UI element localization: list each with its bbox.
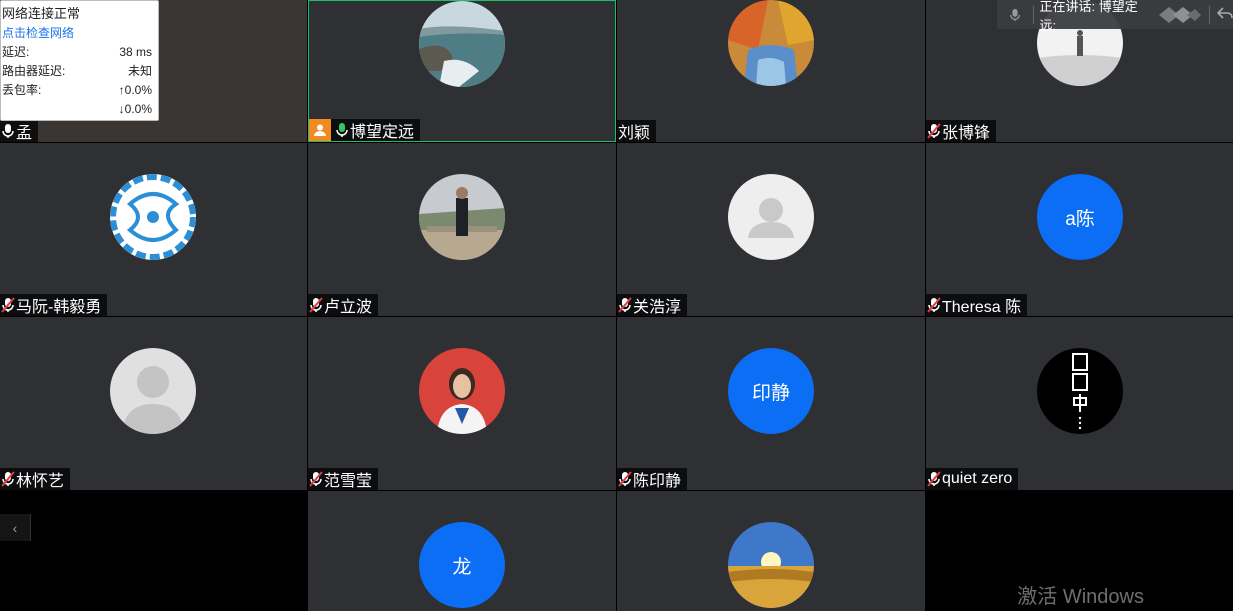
avatar-woman-photo	[419, 348, 505, 434]
speaker-mic-icon	[997, 7, 1033, 23]
avatar-coast-photo	[419, 1, 505, 87]
nameplate: 陈印静	[617, 468, 688, 490]
mic-muted-icon	[618, 471, 632, 487]
avatar-wheatfield-photo	[728, 522, 814, 608]
chevron-left-icon[interactable]: ‹	[0, 514, 31, 541]
router-latency-value: 未知	[127, 64, 152, 78]
participant-name: 范雪莹	[324, 473, 373, 490]
video-tile-fanxueying[interactable]: 范雪莹	[308, 317, 616, 490]
nameplate: 博望定远	[309, 119, 421, 141]
video-tile-mayuan-hanyiyong[interactable]: 马阮-韩毅勇	[0, 143, 307, 316]
video-tile-theresa-chen[interactable]: a陈 Theresa 陈	[926, 143, 1233, 316]
participant-name: quiet zero	[942, 470, 1013, 487]
speaker-logo-icon	[1157, 5, 1203, 25]
mic-muted-icon	[927, 471, 941, 487]
participant-name: 陈印静	[633, 473, 682, 490]
mic-muted-icon	[927, 123, 941, 139]
network-status-popup: 网络连接正常 点击检查网络 延迟: 38 ms 路由器延迟: 未知 丢包率: ↑0.0…	[0, 0, 159, 121]
video-tile-bowangdingyuan[interactable]: 博望定远	[308, 0, 616, 142]
video-tile-chenyinjing[interactable]: 印静 陈印静	[617, 317, 925, 490]
participant-name: 孟	[16, 125, 33, 142]
avatar-blue-dragon	[110, 174, 196, 260]
participant-name: 刘颖	[618, 125, 651, 142]
video-tile-lulibo[interactable]: 卢立波	[308, 143, 616, 316]
latency-label: 延迟:	[2, 45, 30, 59]
video-tile-quiet-zero[interactable]: quiet zero	[926, 317, 1233, 490]
avatar-calligraphy-image	[1037, 348, 1123, 434]
packet-loss-label: 丢包率:	[2, 83, 42, 97]
mic-muted-icon	[309, 471, 323, 487]
nameplate: 范雪莹	[308, 468, 379, 490]
nameplate: 孟	[0, 120, 39, 142]
video-tile-guanhaochun[interactable]: 关浩淳	[617, 143, 925, 316]
avatar-initials: a陈	[1037, 174, 1123, 260]
nameplate: 刘颖	[617, 120, 657, 142]
nameplate: Theresa 陈	[926, 294, 1028, 316]
empty-tile-left	[0, 491, 307, 611]
video-tile-liuying[interactable]: 刘颖	[617, 0, 925, 142]
mic-muted-icon	[618, 297, 632, 313]
packet-loss-down: ↓0.0%	[118, 102, 152, 116]
mic-muted-icon	[1, 471, 15, 487]
avatar-autumn-photo	[728, 0, 814, 86]
nameplate: 卢立波	[308, 294, 379, 316]
host-icon	[309, 119, 331, 141]
packet-loss-up: ↑0.0%	[118, 83, 152, 97]
video-tile-long[interactable]: 龙	[308, 491, 616, 611]
mic-muted-icon	[1, 297, 15, 313]
mic-muted-icon	[309, 297, 323, 313]
nameplate: 张博锋	[926, 120, 997, 142]
nameplate: quiet zero	[926, 468, 1019, 490]
participant-name: 林怀艺	[16, 473, 65, 490]
avatar-silhouette-icon	[110, 348, 196, 434]
mic-muted-icon	[927, 297, 941, 313]
participant-name: Theresa 陈	[942, 299, 1022, 316]
check-network-link[interactable]: 点击检查网络	[2, 24, 152, 43]
nameplate: 马阮-韩毅勇	[0, 294, 108, 316]
divider	[1209, 5, 1210, 24]
latency-value: 38 ms	[119, 45, 152, 59]
reply-arrow-icon[interactable]	[1216, 6, 1233, 23]
participant-name: 博望定远	[350, 124, 415, 141]
video-tile-wheatfield[interactable]	[617, 491, 925, 611]
avatar-default-user-icon	[728, 174, 814, 260]
network-status-title: 网络连接正常	[2, 6, 81, 21]
participant-name: 关浩淳	[633, 299, 682, 316]
participant-name: 张博锋	[942, 125, 991, 142]
participant-name: 卢立波	[324, 299, 373, 316]
avatar-initials: 印静	[728, 348, 814, 434]
nameplate: 关浩淳	[617, 294, 688, 316]
mic-speaking-icon	[336, 123, 348, 137]
video-tile-linhuaiyi[interactable]: 林怀艺	[0, 317, 307, 490]
mic-on-icon	[2, 124, 14, 138]
avatar-man-photo	[419, 174, 505, 260]
divider	[1032, 5, 1034, 24]
participant-name: 马阮-韩毅勇	[16, 299, 102, 316]
avatar-initials: 龙	[419, 522, 505, 608]
speaking-text: 正在讲话: 博望定远;	[1039, 0, 1138, 33]
speaking-indicator-bar: 正在讲话: 博望定远;	[997, 0, 1233, 33]
router-latency-label: 路由器延迟:	[2, 64, 66, 78]
activate-windows-watermark: 激活 Windows	[1017, 586, 1144, 608]
nameplate: 林怀艺	[0, 468, 71, 490]
